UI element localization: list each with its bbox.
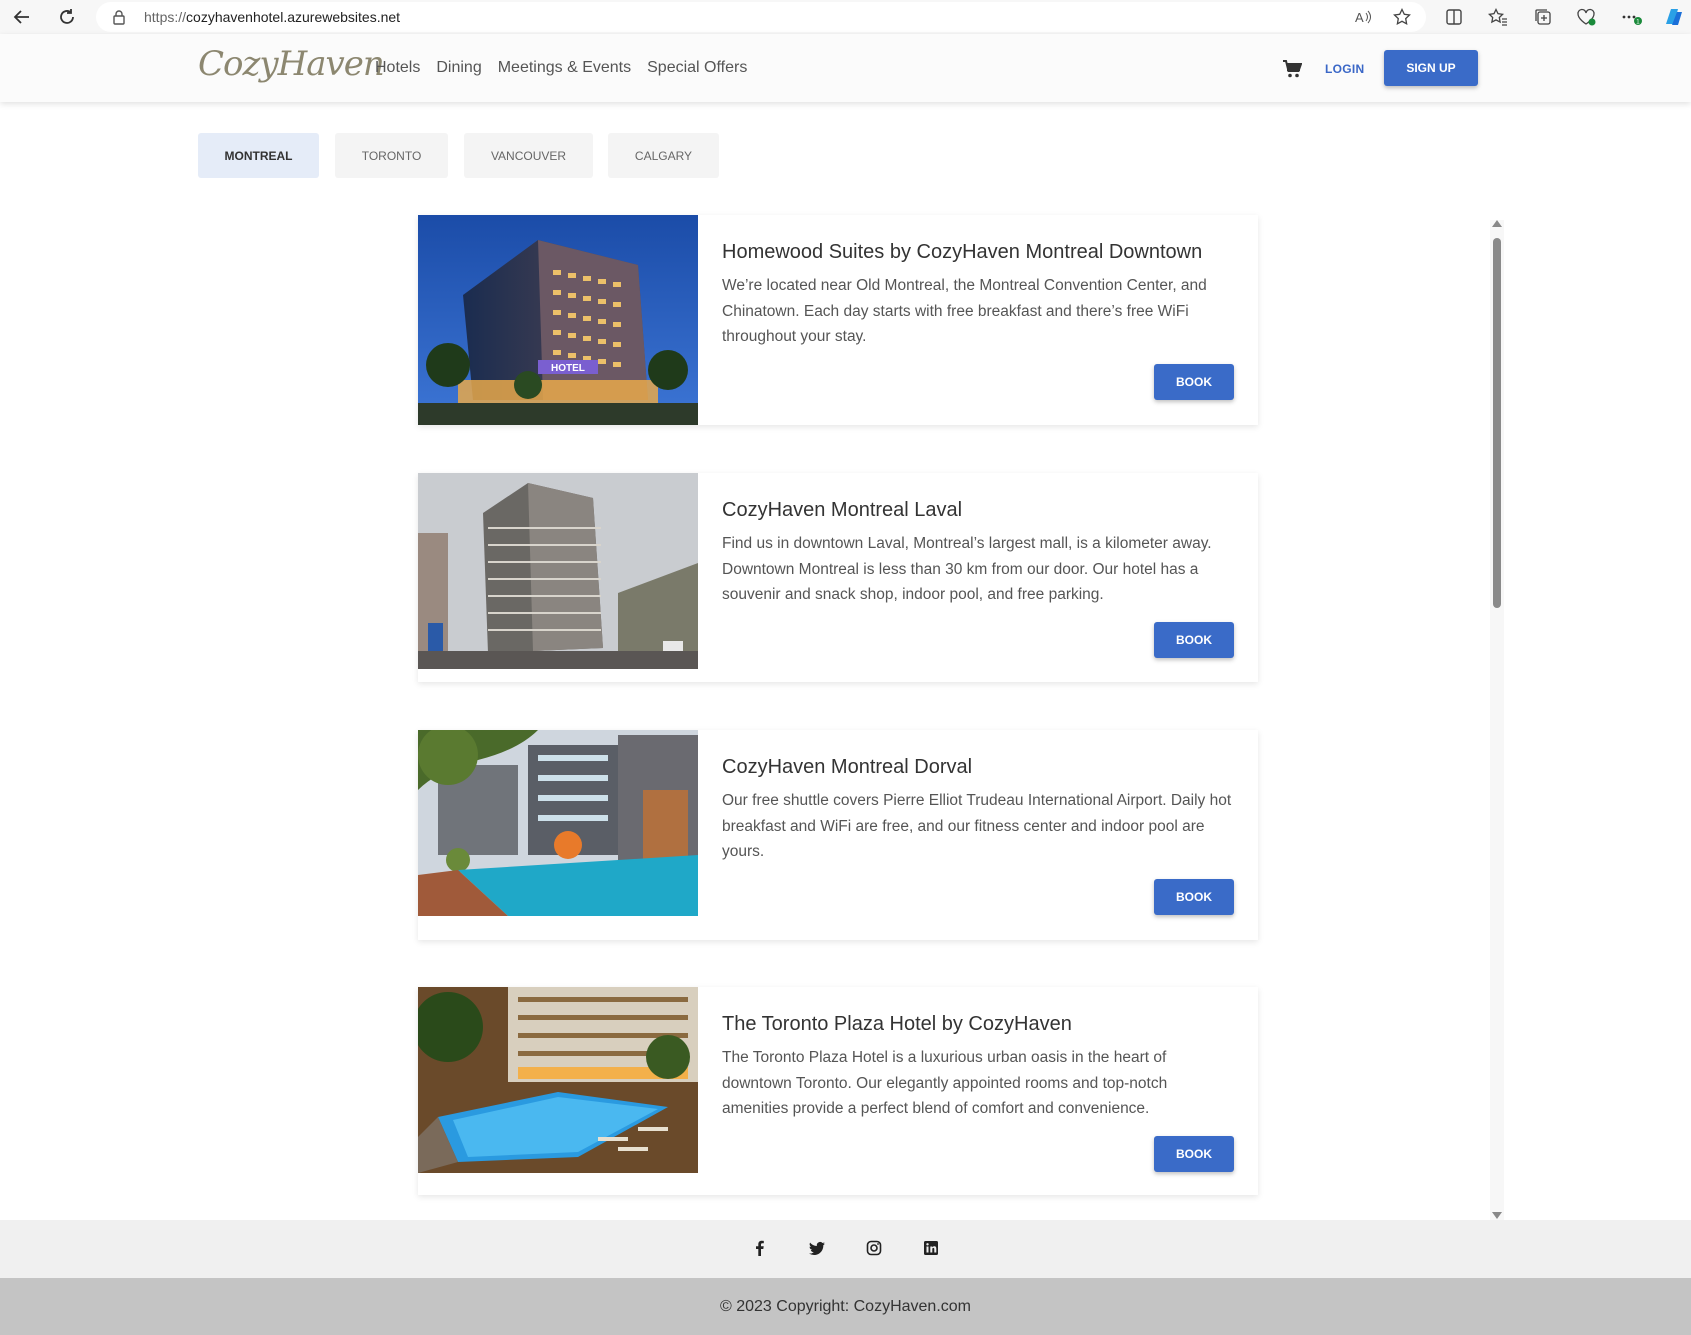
copyright-bar: © 2023 Copyright: CozyHaven.com [0, 1278, 1691, 1335]
hotel-card: CozyHaven Montreal Laval Find us in down… [418, 473, 1258, 682]
favorite-star-icon[interactable] [1390, 5, 1414, 29]
hotel-description: We’re located near Old Montreal, the Mon… [722, 277, 1207, 345]
copyright-text: © 2023 Copyright: CozyHaven.com [719, 1297, 971, 1315]
main-nav: Hotels Dining Meetings & Events Special … [375, 59, 747, 77]
login-link[interactable]: LOGIN [1325, 62, 1365, 76]
hotel-name: The Toronto Plaza Hotel by CozyHaven [722, 1013, 1072, 1035]
nav-meetings-events[interactable]: Meetings & Events [498, 59, 631, 77]
hotel-image [418, 730, 698, 916]
hotel-image [418, 987, 698, 1173]
instagram-icon[interactable] [866, 1240, 882, 1256]
nav-dining[interactable]: Dining [436, 59, 481, 77]
scroll-down-arrow-icon[interactable] [1492, 1212, 1502, 1219]
linkedin-icon[interactable] [923, 1240, 939, 1256]
favorites-icon[interactable] [1486, 5, 1510, 29]
hotel-description: The Toronto Plaza Hotel is a luxurious u… [722, 1049, 1168, 1117]
health-icon[interactable] [1574, 5, 1598, 29]
twitter-icon[interactable] [809, 1240, 825, 1256]
hotel-name: CozyHaven Montreal Laval [722, 499, 963, 521]
browser-toolbar: https://cozyhavenhotel.azurewebsites.net… [0, 0, 1691, 34]
split-screen-icon[interactable] [1442, 5, 1466, 29]
tab-toronto[interactable]: TORONTO [335, 133, 448, 178]
hotel-card: CozyHaven Montreal Dorval Our free shutt… [418, 730, 1258, 940]
tab-vancouver[interactable]: VANCOUVER [464, 133, 593, 178]
book-button[interactable]: BOOK [1154, 364, 1234, 400]
collections-icon[interactable] [1531, 5, 1555, 29]
social-bar [0, 1220, 1691, 1278]
hotel-image: HOTEL [418, 215, 698, 425]
nav-special-offers[interactable]: Special Offers [647, 59, 747, 77]
hotel-card: The Toronto Plaza Hotel by CozyHaven The… [418, 987, 1258, 1195]
hotel-description: Our free shuttle covers Pierre Elliot Tr… [722, 792, 1232, 860]
svg-text:HOTEL: HOTEL [551, 363, 585, 374]
book-button[interactable]: BOOK [1154, 879, 1234, 915]
hotel-card: HOTEL Homewood Suites by CozyHaven Montr… [418, 215, 1258, 425]
url-text: https://cozyhavenhotel.azurewebsites.net [144, 9, 401, 25]
refresh-icon[interactable] [55, 5, 79, 29]
lock-icon [113, 10, 125, 25]
hotel-image [418, 473, 698, 669]
tab-montreal[interactable]: MONTREAL [198, 133, 319, 178]
hotel-name: Homewood Suites by CozyHaven Montreal Do… [722, 241, 1203, 263]
sign-up-button[interactable]: SIGN UP [1384, 50, 1478, 86]
more-icon[interactable]: 1 [1620, 5, 1644, 29]
book-button[interactable]: BOOK [1154, 622, 1234, 658]
facebook-icon[interactable] [752, 1240, 768, 1256]
address-bar[interactable]: https://cozyhavenhotel.azurewebsites.net [96, 2, 1426, 32]
cozyhaven-logo[interactable]: CozyHaven [198, 44, 385, 84]
hotel-list: HOTEL Homewood Suites by CozyHaven Montr… [0, 200, 1691, 1220]
hotel-name: CozyHaven Montreal Dorval [722, 756, 973, 778]
copilot-icon[interactable] [1661, 5, 1685, 29]
scroll-up-arrow-icon[interactable] [1492, 220, 1502, 227]
tab-calgary[interactable]: CALGARY [608, 133, 719, 178]
book-button[interactable]: BOOK [1154, 1136, 1234, 1172]
site-header: CozyHaven Hotels Dining Meetings & Event… [0, 34, 1691, 102]
back-arrow-icon[interactable] [10, 5, 34, 29]
nav-hotels[interactable]: Hotels [375, 59, 420, 77]
scroll-thumb[interactable] [1493, 238, 1501, 608]
read-aloud-icon[interactable]: A [1352, 5, 1376, 29]
svg-text:A: A [1355, 10, 1364, 25]
hotel-description: Find us in downtown Laval, Montreal’s la… [722, 535, 1212, 603]
cart-icon[interactable] [1282, 60, 1302, 78]
